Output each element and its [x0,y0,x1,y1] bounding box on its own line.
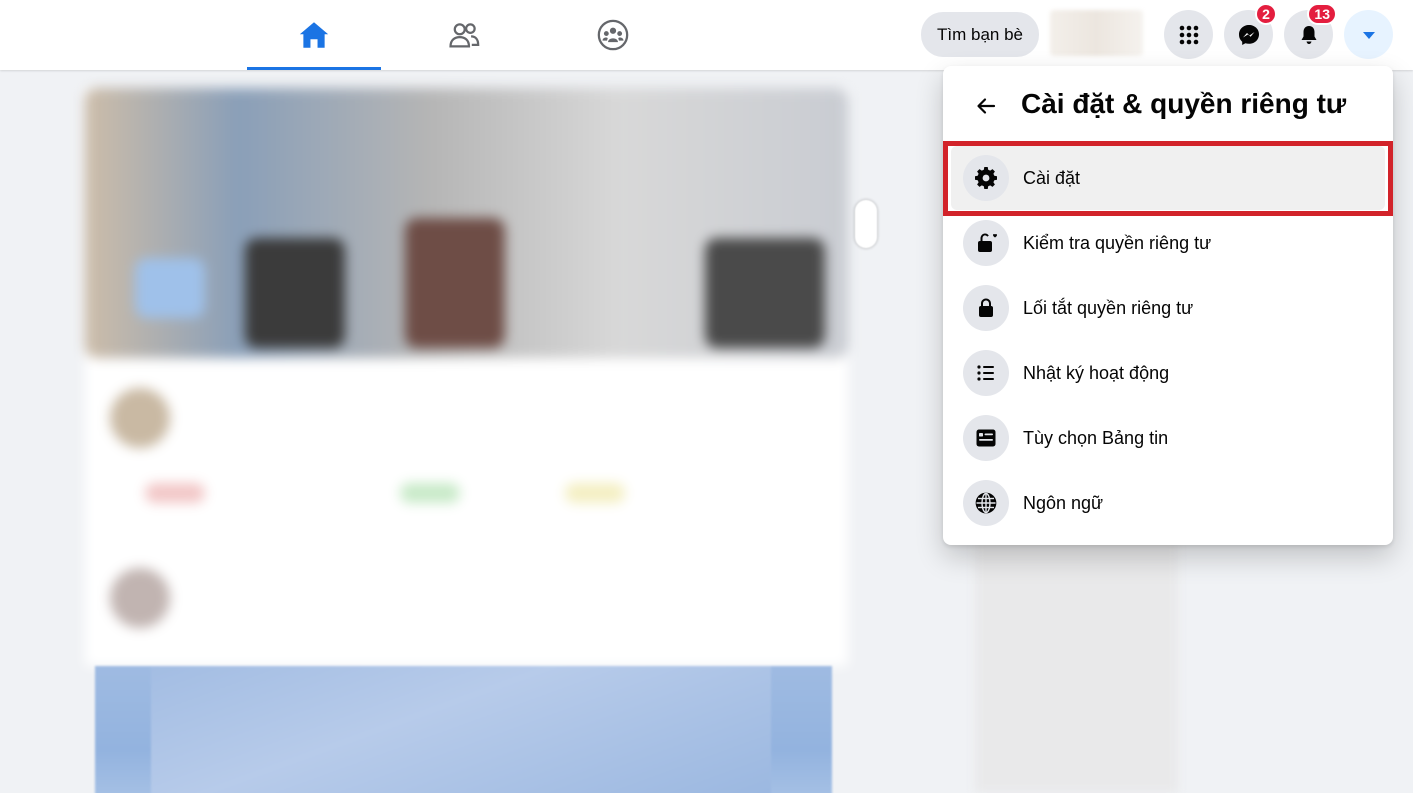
menu-item-news-feed-preferences[interactable]: Tùy chọn Bảng tin [951,406,1385,470]
caret-down-icon [1362,31,1375,39]
top-navigation-bar: Tìm bạn bè 2 13 [0,0,1413,70]
list-icon [963,350,1009,396]
notifications-badge: 13 [1307,3,1337,25]
messenger-button[interactable]: 2 [1224,3,1277,59]
menu-item-language[interactable]: Ngôn ngữ [951,471,1385,535]
gear-icon [963,155,1009,201]
notifications-button[interactable]: 13 [1284,3,1337,59]
settings-privacy-menu: Cài đặt & quyền riêng tư Cài đặt Kiểm tr… [943,66,1393,545]
menu-item-privacy-checkup[interactable]: Kiểm tra quyền riêng tư [951,211,1385,275]
tab-groups[interactable] [546,0,680,70]
menu-item-label: Ngôn ngữ [1023,492,1104,513]
blurred-stories-feed [85,88,848,666]
menu-item-label: Lối tắt quyền riêng tư [1023,297,1194,318]
lock-icon [963,285,1009,331]
bell-icon [1301,25,1316,44]
friends-icon [449,23,480,48]
menu-item-label: Kiểm tra quyền riêng tư [1023,232,1212,253]
arrow-left-icon [977,98,996,114]
menu-item-label: Nhật ký hoạt động [1023,362,1170,383]
menu-item-privacy-shortcuts[interactable]: Lối tắt quyền riêng tư [951,276,1385,340]
groups-icon [597,19,629,51]
globe-icon [963,480,1009,526]
tab-friends[interactable] [397,0,531,70]
blurred-post-image [95,666,832,793]
messenger-badge: 2 [1255,3,1277,25]
menu-grid-button[interactable] [1164,10,1213,59]
grid-menu-icon [1179,25,1198,44]
find-friends-button[interactable]: Tìm bạn bè [921,12,1039,57]
blurred-contacts-panel [975,540,1178,793]
stories-next-arrow[interactable] [855,200,877,248]
menu-item-label: Tùy chọn Bảng tin [1023,427,1169,448]
home-icon [299,22,329,48]
back-button[interactable] [968,88,1004,124]
menu-title: Cài đặt & quyền riêng tư [1021,88,1347,119]
lock-heart-icon [963,220,1009,266]
menu-item-settings[interactable]: Cài đặt [951,146,1385,210]
menu-item-label: Cài đặt [1023,167,1081,188]
menu-header: Cài đặt & quyền riêng tư [943,66,1393,146]
messenger-icon [1238,24,1259,45]
account-menu-button[interactable] [1344,10,1393,59]
menu-item-activity-log[interactable]: Nhật ký hoạt động [951,341,1385,405]
news-feed-icon [963,415,1009,461]
profile-shortcut-blurred[interactable] [1050,10,1143,56]
tab-home[interactable] [247,0,381,70]
